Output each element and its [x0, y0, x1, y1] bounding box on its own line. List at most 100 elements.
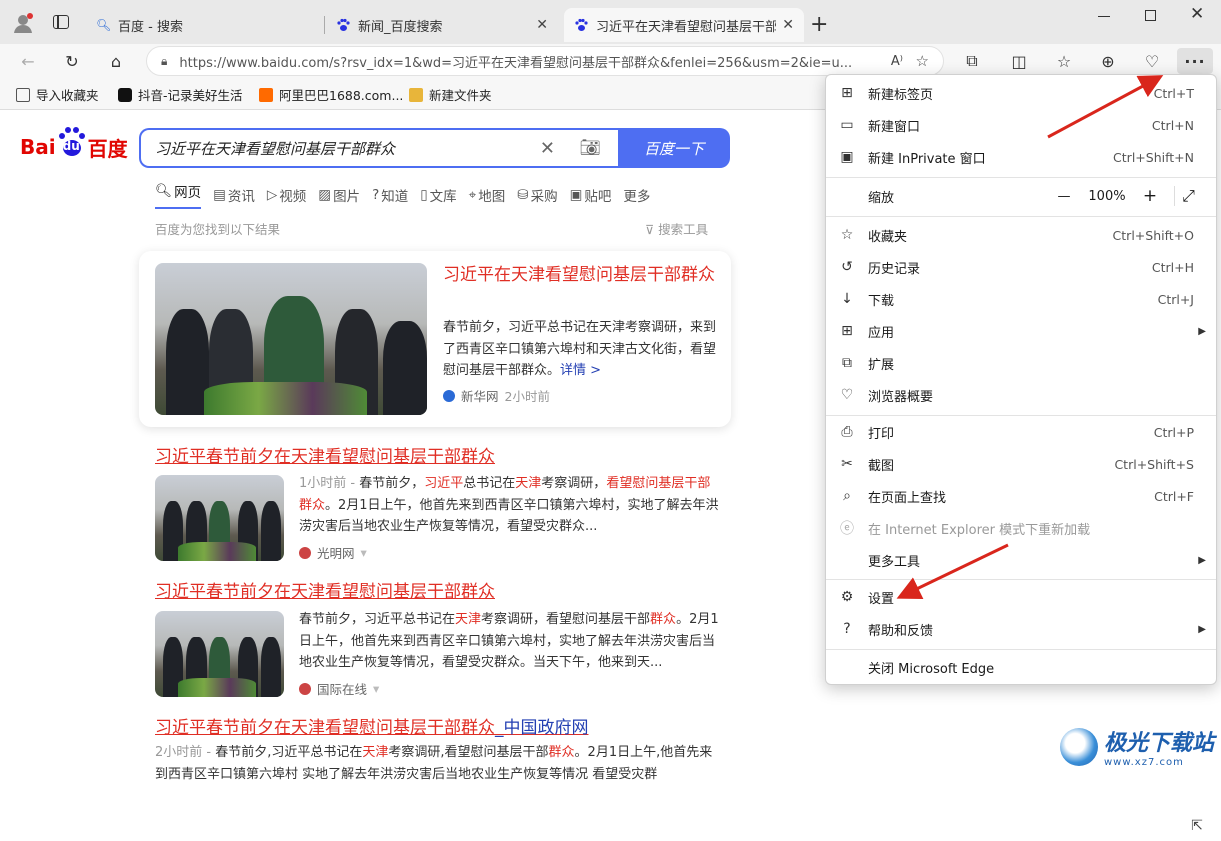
- title-text: 习近平春节前夕在天津看望慰问基层干部群众: [155, 718, 495, 738]
- snippet-text: 春节前夕，习近平总书记在: [299, 612, 456, 627]
- menu-item-extensions[interactable]: ⧉ 扩展: [826, 347, 1216, 379]
- menu-item-apps[interactable]: ⊞ 应用 ▶: [826, 315, 1216, 347]
- tab-news[interactable]: ▤ 资讯: [213, 181, 255, 209]
- search-input[interactable]: 习近平在天津看望慰问基层干部群众 ✕ 📷︎: [139, 128, 619, 168]
- zoom-level: 100%: [1088, 188, 1126, 204]
- tab-images[interactable]: ▨ 图片: [318, 181, 360, 209]
- zoom-in-button[interactable]: +: [1132, 186, 1168, 206]
- menu-item-print[interactable]: ⎙ 打印 Ctrl+P: [826, 416, 1216, 448]
- tab-map[interactable]: ⌖ 地图: [469, 181, 506, 209]
- search-nav-tabs: 🔍︎ 网页 ▤ 资讯 ▷ 视频 ▨ 图片 ? 知道 ▯ 文库 ⌖ 地图 ⛁ 采购 ▣ 贴吧 更多: [155, 181, 650, 209]
- back-icon[interactable]: ←: [14, 48, 42, 74]
- menu-item-find[interactable]: ⌕ 在页面上查找 Ctrl+F: [826, 480, 1216, 512]
- profile-avatar-icon[interactable]: [12, 12, 34, 34]
- source-name: 新华网: [461, 389, 499, 404]
- menu-item-history[interactable]: ↺ 历史记录 Ctrl+H: [826, 251, 1216, 283]
- tab-video[interactable]: ▷ 视频: [267, 181, 306, 209]
- result-snippet: 春节前夕，习近平总书记在天津考察调研，来到了西青区辛口镇第六埠村和天津古文化街，…: [443, 317, 723, 382]
- menu-label: 在 Internet Explorer 模式下重新加载: [868, 522, 1091, 538]
- search-button[interactable]: 百度一下: [618, 128, 730, 168]
- tab-more[interactable]: 更多: [623, 181, 650, 209]
- favorites-icon[interactable]: ☆: [1050, 48, 1078, 74]
- clear-icon[interactable]: ✕: [540, 138, 555, 159]
- menu-item-browser-essentials[interactable]: ♡ 浏览器概要: [826, 379, 1216, 411]
- menu-item-more-tools[interactable]: 更多工具 ▶: [826, 544, 1216, 576]
- menu-divider: [826, 579, 1216, 580]
- extensions-icon[interactable]: ⧉: [958, 48, 986, 74]
- close-tab-icon[interactable]: ✕: [782, 17, 794, 33]
- tab-current[interactable]: 习近平在天津看望慰问基层干部群众 ✕: [564, 8, 804, 42]
- result-title-link[interactable]: 习近平春节前夕在天津看望慰问基层干部群众: [155, 444, 495, 470]
- zoom-out-button[interactable]: —: [1046, 189, 1082, 204]
- menu-item-close-edge[interactable]: 关闭 Microsoft Edge: [826, 651, 1216, 683]
- title-text: 习近平春节前夕在天津看望慰问基层干部群众: [155, 582, 495, 602]
- source-time: 2小时前: [504, 389, 550, 404]
- tab-baidu-search[interactable]: 🔍︎ 百度 - 搜索: [86, 8, 322, 42]
- open-external-icon[interactable]: ⇱: [1182, 811, 1212, 841]
- refresh-icon[interactable]: ↻: [58, 48, 86, 74]
- bookmark-1688[interactable]: 阿里巴巴1688.com...: [259, 85, 403, 104]
- tab-news-search[interactable]: 新闻_百度搜索 ✕: [326, 8, 558, 42]
- read-aloud-icon[interactable]: A⁾: [891, 54, 903, 69]
- tab-purchase[interactable]: ⛁ 采购: [517, 181, 557, 209]
- menu-item-help[interactable]: ? 帮助和反馈 ▶: [826, 613, 1216, 645]
- baidu-logo[interactable]: Bai du 百度: [20, 127, 128, 162]
- favorite-star-icon[interactable]: ☆: [916, 52, 929, 70]
- bookmark-douyin[interactable]: 抖音-记录美好生活: [118, 85, 243, 104]
- new-tab-plus-icon[interactable]: +: [810, 12, 828, 37]
- tab-actions-icon[interactable]: [53, 15, 69, 29]
- news-photo[interactable]: [155, 263, 427, 415]
- settings-more-icon[interactable]: ···: [1177, 48, 1213, 74]
- question-icon: ?: [372, 187, 380, 203]
- menu-item-new-window[interactable]: ▭ 新建窗口 Ctrl+N: [826, 109, 1216, 141]
- favorites-icon: ☆: [840, 227, 854, 243]
- submenu-arrow-icon: ▶: [1198, 554, 1206, 566]
- split-screen-icon[interactable]: ◫: [1005, 48, 1033, 74]
- menu-shortcut: Ctrl+F: [1154, 488, 1194, 504]
- tab-zhidao[interactable]: ? 知道: [372, 181, 408, 209]
- search-tools-button[interactable]: ⊽ 搜索工具: [645, 219, 708, 238]
- menu-item-inprivate[interactable]: ▣ 新建 InPrivate 窗口 Ctrl+Shift+N: [826, 141, 1216, 173]
- baidu-paw-icon: [574, 18, 588, 32]
- tab-label: 采购: [530, 189, 558, 205]
- result-time: 1小时前 -: [299, 476, 360, 491]
- bookmark-folder[interactable]: 新建文件夹: [409, 85, 492, 104]
- dropdown-icon[interactable]: ▾: [373, 681, 379, 696]
- details-link[interactable]: 详情 >: [560, 363, 601, 378]
- result-title-link[interactable]: 习近平在天津看望慰问基层干部群众: [443, 262, 721, 288]
- result-title-link[interactable]: 习近平春节前夕在天津看望慰问基层干部群众_中国政府网: [155, 715, 589, 741]
- navigation-toolbar: ← ↻ ⌂ 🔒︎ https://www.baidu.com/s?rsv_idx…: [0, 44, 1221, 78]
- camera-icon[interactable]: 📷︎: [579, 138, 601, 158]
- menu-item-new-tab[interactable]: ⊞ 新建标签页 Ctrl+T: [826, 77, 1216, 109]
- collections-icon[interactable]: ⊕: [1094, 48, 1122, 74]
- menu-label: 帮助和反馈: [868, 623, 934, 639]
- watermark-logo-icon: [1060, 727, 1098, 766]
- image-icon: ▨: [318, 187, 332, 203]
- snippet-highlight: 天津: [515, 476, 542, 491]
- tab-wenku[interactable]: ▯ 文库: [420, 181, 456, 209]
- menu-item-settings[interactable]: ⚙ 设置: [826, 581, 1216, 613]
- menu-item-ie-mode: ⓔ 在 Internet Explorer 模式下重新加载: [826, 512, 1216, 544]
- home-icon[interactable]: ⌂: [102, 48, 130, 74]
- folder-icon: [409, 87, 423, 102]
- menu-item-favorites[interactable]: ☆ 收藏夹 Ctrl+Shift+O: [826, 219, 1216, 251]
- menu-item-screenshot[interactable]: ✂ 截图 Ctrl+Shift+S: [826, 448, 1216, 480]
- minimize-icon[interactable]: [1098, 16, 1110, 18]
- menu-label: 更多工具: [868, 554, 921, 570]
- bookmark-import[interactable]: 导入收藏夹: [16, 85, 99, 104]
- logo-text: Bai: [20, 135, 56, 159]
- news-photo[interactable]: [155, 475, 284, 561]
- result-snippet: 1小时前 - 春节前夕，习近平总书记在天津考察调研，看望慰问基层干部群众。2月1…: [299, 473, 719, 538]
- fullscreen-icon[interactable]: ⤢: [1174, 186, 1202, 206]
- result-title-link[interactable]: 习近平春节前夕在天津看望慰问基层干部群众: [155, 579, 495, 605]
- browser-essentials-icon[interactable]: ♡: [1138, 48, 1166, 74]
- tab-web[interactable]: 🔍︎ 网页: [155, 181, 202, 209]
- address-bar[interactable]: 🔒︎ https://www.baidu.com/s?rsv_idx=1&wd=…: [146, 46, 944, 76]
- close-tab-icon[interactable]: ✕: [536, 17, 548, 33]
- close-window-icon[interactable]: ✕: [1190, 4, 1204, 24]
- news-photo[interactable]: [155, 611, 284, 697]
- maximize-icon[interactable]: [1145, 10, 1156, 21]
- tab-tieba[interactable]: ▣ 贴吧: [570, 181, 612, 209]
- menu-item-downloads[interactable]: ↓ 下载 Ctrl+J: [826, 283, 1216, 315]
- dropdown-icon[interactable]: ▾: [361, 545, 367, 560]
